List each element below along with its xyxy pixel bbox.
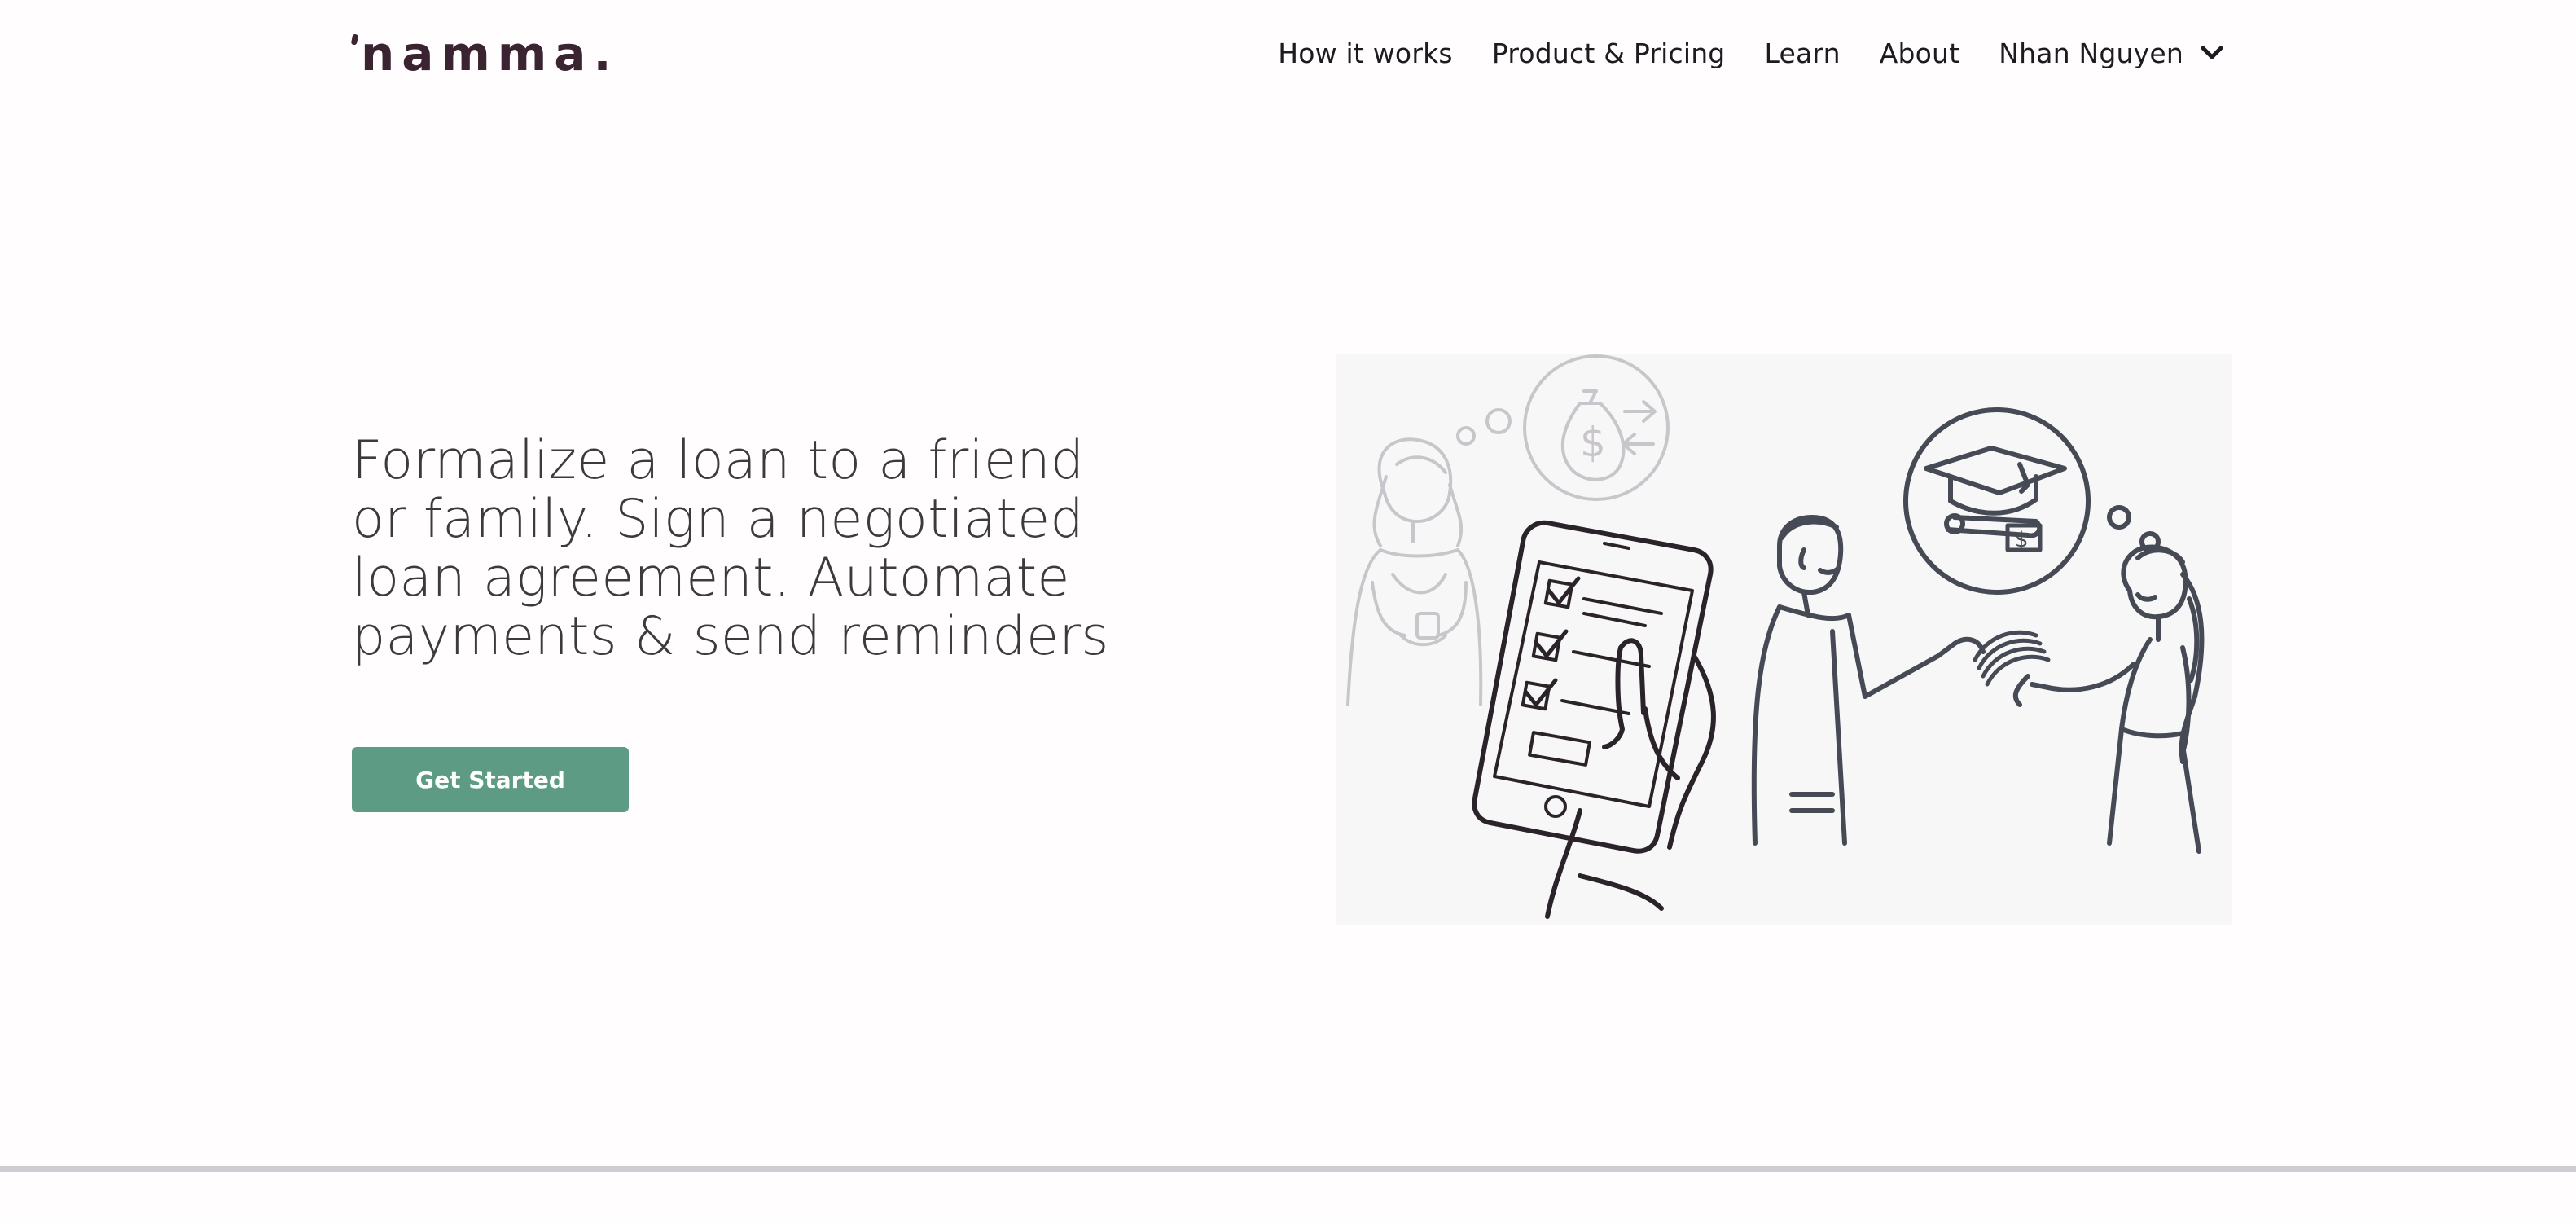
svg-text:$: $ bbox=[2015, 528, 2029, 552]
nav-link-product-pricing[interactable]: Product & Pricing bbox=[1492, 37, 1726, 69]
nav-link-about[interactable]: About bbox=[1880, 37, 1960, 69]
hero-headline: Formalize a loan to a friend or family. … bbox=[352, 430, 1109, 667]
footer-divider bbox=[0, 1166, 2576, 1172]
loan-illustration: $ $ bbox=[1336, 354, 2232, 925]
main-nav: How it works Product & Pricing Learn Abo… bbox=[1278, 24, 2224, 81]
logo-tick-mark bbox=[350, 33, 359, 46]
user-menu-dropdown[interactable]: Nhan Nguyen bbox=[1999, 37, 2224, 69]
namma-logo[interactable]: namma. bbox=[350, 21, 619, 86]
nav-link-how-it-works[interactable]: How it works bbox=[1278, 37, 1453, 69]
get-started-button[interactable]: Get Started bbox=[352, 747, 629, 812]
landing-page: namma. How it works Product & Pricing Le… bbox=[0, 0, 2576, 1222]
chevron-down-icon bbox=[2201, 46, 2223, 59]
nav-link-learn[interactable]: Learn bbox=[1764, 37, 1840, 69]
user-name: Nhan Nguyen bbox=[1999, 37, 2183, 69]
logo-text: namma. bbox=[361, 26, 619, 81]
svg-text:$: $ bbox=[1580, 419, 1606, 466]
